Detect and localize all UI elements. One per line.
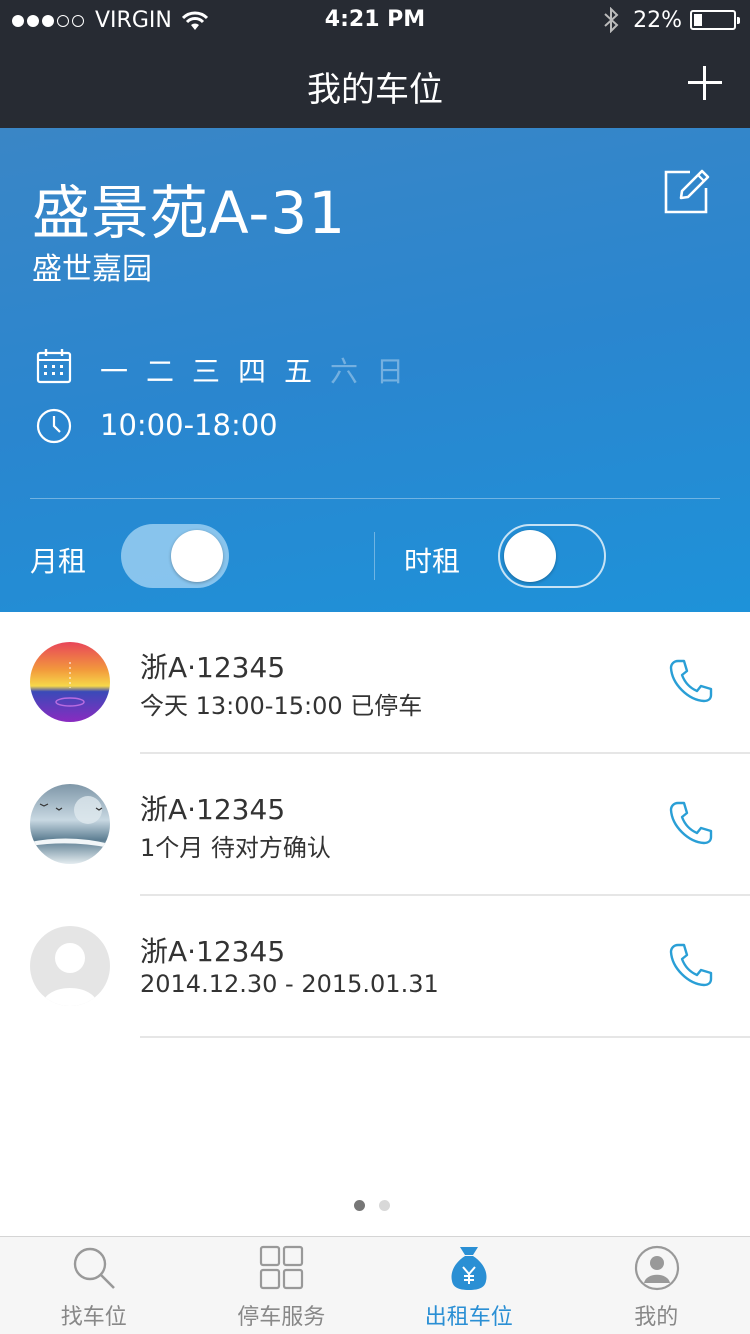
rental-detail: 1个月 待对方确认 (140, 834, 331, 862)
status-right: 22% (603, 7, 740, 33)
rental-detail: 2014.12.30 - 2015.01.31 (140, 970, 439, 998)
parking-spot-card: 盛景苑A-31 盛世嘉园 一 二 三 四 五 六 日 10:00-18:00 月… (0, 128, 750, 612)
plate-number: 浙A·12345 (140, 935, 286, 968)
plate-number: 浙A·12345 (140, 651, 286, 684)
grid-icon (259, 1245, 303, 1290)
hourly-rent-toggle[interactable] (498, 524, 606, 588)
sunset-avatar[interactable] (30, 642, 110, 722)
list-item[interactable]: 浙A·12345 今天 13:00-15:00 已停车 (0, 612, 750, 754)
hourly-rent-label: 时租 (404, 545, 461, 578)
rental-hours: 10:00-18:00 (100, 408, 278, 442)
weekday-sat[interactable]: 六 (330, 350, 376, 390)
page-title: 我的车位 (307, 70, 443, 110)
status-bar: VIRGIN 4:21 PM 22% (0, 0, 750, 40)
list-item[interactable]: 浙A·12345 1个月 待对方确认 (0, 754, 750, 896)
divider (30, 498, 720, 499)
weekday-wed[interactable]: 三 (192, 350, 238, 390)
tab-mine[interactable]: 我的 (563, 1237, 750, 1334)
money-bag-icon (451, 1247, 487, 1290)
weekday-fri[interactable]: 五 (284, 350, 330, 390)
toggle-knob (504, 530, 556, 582)
weekday-selector: 一 二 三 四 五 六 日 (100, 350, 422, 390)
phone-icon[interactable] (668, 942, 714, 988)
weekday-thu[interactable]: 四 (238, 350, 284, 390)
tab-rent-out-spot[interactable]: 出租车位 (375, 1237, 563, 1334)
toggle-divider (374, 532, 375, 580)
clock-icon (36, 408, 72, 444)
battery-percent: 22% (633, 7, 682, 33)
phone-icon[interactable] (668, 800, 714, 846)
default-avatar[interactable] (30, 926, 110, 1006)
tab-find-spot[interactable]: 找车位 (0, 1237, 188, 1334)
renter-list: 浙A·12345 今天 13:00-15:00 已停车 浙A·12345 1个月… (0, 612, 750, 1038)
weekday-sun[interactable]: 日 (376, 350, 422, 390)
tab-parking-service[interactable]: 停车服务 (188, 1237, 376, 1334)
plus-icon[interactable] (688, 66, 722, 100)
spot-name: 盛景苑A-31 (32, 179, 347, 247)
calendar-icon (36, 349, 72, 384)
tab-label: 找车位 (60, 1305, 127, 1330)
list-item[interactable]: 浙A·12345 2014.12.30 - 2015.01.31 (0, 896, 750, 1038)
page-indicator (354, 1200, 404, 1211)
tab-label: 我的 (634, 1305, 679, 1330)
bluetooth-icon (604, 7, 619, 33)
toggle-knob (171, 530, 223, 582)
battery-icon (690, 10, 740, 30)
tab-label: 停车服务 (237, 1305, 326, 1330)
battery-fill (694, 14, 702, 26)
row-divider (140, 1036, 750, 1038)
page-dot[interactable] (354, 1200, 365, 1211)
tab-bar: 找车位 停车服务 出租车位 我的 (0, 1236, 750, 1334)
rental-detail: 今天 13:00-15:00 已停车 (140, 692, 423, 720)
tab-label: 出租车位 (424, 1305, 513, 1330)
monthly-rent-label: 月租 (30, 545, 87, 578)
phone-icon[interactable] (668, 658, 714, 704)
weekday-mon[interactable]: 一 (100, 350, 146, 390)
page-dot[interactable] (379, 1200, 390, 1211)
community-name: 盛世嘉园 (32, 252, 152, 287)
monthly-rent-toggle[interactable] (121, 524, 229, 588)
weekday-tue[interactable]: 二 (146, 350, 192, 390)
search-icon (73, 1247, 115, 1289)
seascape-avatar[interactable] (30, 784, 110, 864)
user-icon (634, 1245, 679, 1291)
top-bar: VIRGIN 4:21 PM 22% 我的车位 (0, 0, 750, 128)
plate-number: 浙A·12345 (140, 793, 286, 826)
edit-icon[interactable] (662, 168, 710, 216)
